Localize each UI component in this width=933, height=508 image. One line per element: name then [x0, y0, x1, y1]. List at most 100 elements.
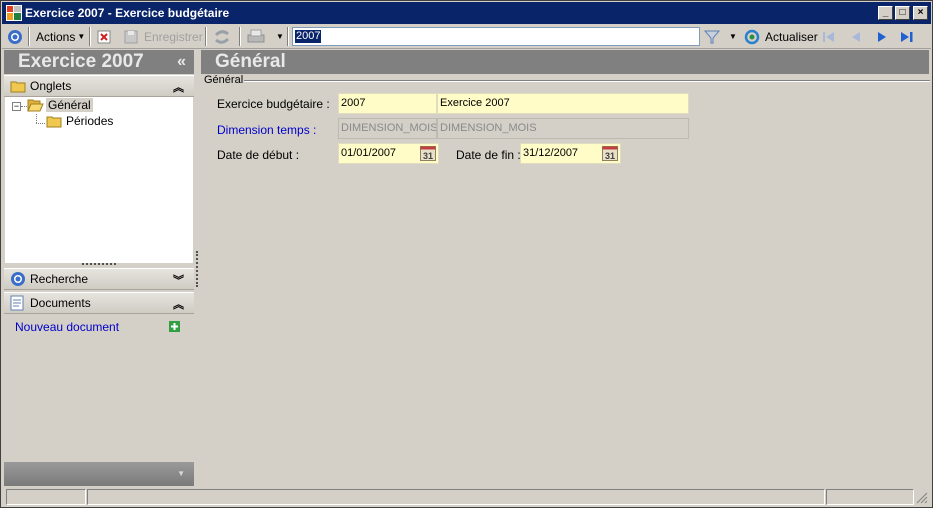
delete-button[interactable] — [97, 27, 111, 46]
calendar-icon[interactable]: 31 — [420, 146, 436, 161]
actions-label: Actions — [36, 29, 76, 44]
next-icon — [878, 31, 886, 42]
close-icon: × — [917, 7, 924, 18]
add-document-icon[interactable] — [169, 321, 180, 332]
status-cell — [6, 489, 86, 505]
close-button[interactable]: × — [913, 6, 928, 20]
sync-icon — [214, 29, 230, 44]
circle-nav-icon — [8, 29, 22, 44]
tree-connector — [36, 114, 37, 123]
save-button[interactable]: Enregistrer — [124, 27, 203, 46]
toolbar-separator — [239, 27, 241, 46]
filter-button[interactable]: ▼ — [704, 27, 737, 46]
save-label: Enregistrer — [144, 29, 203, 44]
printer-icon — [247, 29, 265, 42]
dropdown-arrow-icon: ▼ — [77, 32, 86, 41]
documents-section-label: Documents — [30, 296, 91, 310]
previous-record-button[interactable] — [848, 27, 864, 46]
tree-connector — [36, 123, 45, 124]
document-icon — [10, 295, 24, 311]
left-panel-header: Exercice 2007 « — [4, 50, 194, 74]
start-date-field[interactable]: 01/01/2007 31 — [338, 143, 439, 164]
section-title: Général — [215, 51, 286, 72]
exercise-label: Exercice budgétaire : — [217, 97, 330, 111]
collapse-panel-icon[interactable]: « — [177, 50, 186, 74]
delete-icon — [97, 30, 111, 43]
end-date-label: Date de fin : — [456, 148, 521, 162]
vertical-splitter-grip[interactable] — [196, 251, 198, 287]
last-icon — [901, 31, 913, 42]
minimize-icon: _ — [882, 7, 889, 18]
refresh-icon — [744, 29, 760, 44]
search-input[interactable]: 2007 — [292, 27, 700, 46]
tree-collapse-toggle[interactable]: − — [12, 102, 21, 111]
first-icon — [823, 31, 834, 42]
toolbar-separator — [28, 27, 30, 46]
main-header: Général — [201, 50, 929, 74]
search-section-header[interactable]: Recherche ︾ — [4, 268, 194, 290]
tree-item-periods[interactable]: Périodes — [46, 114, 113, 128]
last-record-button[interactable] — [899, 27, 917, 46]
end-date-field[interactable]: 31/12/2007 31 — [520, 143, 621, 164]
minimize-button[interactable]: _ — [878, 6, 893, 20]
group-divider — [244, 80, 930, 82]
toolbar-separator — [89, 27, 91, 46]
record-title: Exercice 2007 — [18, 51, 144, 72]
first-record-button[interactable] — [821, 27, 837, 46]
exercise-name-field[interactable]: Exercice 2007 — [437, 93, 689, 114]
documents-section-header[interactable]: Documents ︽ — [4, 292, 194, 314]
toolbar: Actions ▼ Enregistrer ▼ 2007 ▼ Actualise… — [2, 24, 931, 49]
tabs-tree: − Général Périodes — [5, 97, 193, 263]
calendar-icon[interactable]: 31 — [602, 146, 618, 161]
left-panel-footer: ▼ — [4, 462, 194, 486]
dimension-name-field: DIMENSION_MOIS — [437, 118, 689, 139]
previous-icon — [852, 31, 860, 42]
save-icon — [124, 30, 138, 43]
search-input-value: 2007 — [295, 30, 322, 43]
new-document-link[interactable]: Nouveau document — [15, 320, 119, 334]
refresh-label: Actualiser — [765, 29, 818, 44]
tree-item-label: Général — [46, 98, 93, 112]
actions-menu-button[interactable]: Actions ▼ — [36, 27, 85, 46]
calendar-day: 31 — [423, 151, 433, 161]
group-title: Général — [204, 74, 244, 86]
maximize-button[interactable]: □ — [895, 6, 910, 20]
end-date-value: 31/12/2007 — [523, 147, 579, 159]
folder-icon — [10, 81, 26, 93]
sync-button[interactable] — [213, 27, 231, 46]
collapse-up-icon[interactable]: ︽ — [173, 79, 184, 95]
dimension-code-field: DIMENSION_MOIS — [338, 118, 437, 139]
start-date-value: 01/01/2007 — [341, 147, 397, 159]
tree-item-general[interactable]: Général — [27, 98, 93, 112]
print-button[interactable]: ▼ — [246, 27, 284, 46]
status-cell — [826, 489, 914, 505]
app-icon — [6, 5, 22, 21]
dimension-link[interactable]: Dimension temps : — [217, 123, 316, 137]
nav-button[interactable] — [7, 27, 23, 46]
dropdown-arrow-icon[interactable]: ▼ — [177, 469, 185, 478]
folder-icon — [46, 116, 62, 128]
start-date-label: Date de début : — [217, 148, 300, 162]
title-bar[interactable]: Exercice 2007 - Exercice budgétaire _ □ … — [2, 2, 931, 24]
expand-down-icon[interactable]: ︾ — [173, 272, 184, 288]
toolbar-separator — [287, 27, 289, 46]
left-panel: Exercice 2007 « Onglets ︽ − Général Péri… — [4, 50, 194, 486]
exercise-code-field[interactable]: 2007 — [338, 93, 437, 114]
status-bar — [2, 487, 931, 507]
next-record-button[interactable] — [874, 27, 890, 46]
maximize-icon: □ — [899, 7, 906, 18]
toolbar-separator — [205, 27, 207, 46]
resize-grip-icon[interactable] — [916, 492, 928, 504]
splitter-grip — [82, 263, 116, 265]
refresh-button[interactable]: Actualiser — [744, 27, 818, 46]
window-title: Exercice 2007 - Exercice budgétaire — [25, 6, 230, 20]
open-folder-icon — [27, 99, 44, 112]
tabs-section-header[interactable]: Onglets ︽ — [4, 75, 194, 97]
calendar-day: 31 — [605, 151, 615, 161]
tabs-section-label: Onglets — [30, 79, 72, 93]
tree-item-label: Périodes — [66, 114, 114, 128]
app-window: Exercice 2007 - Exercice budgétaire _ □ … — [0, 0, 933, 508]
collapse-up-icon[interactable]: ︽ — [173, 296, 184, 312]
search-section-label: Recherche — [30, 272, 89, 286]
dropdown-arrow-icon: ▼ — [276, 32, 284, 41]
